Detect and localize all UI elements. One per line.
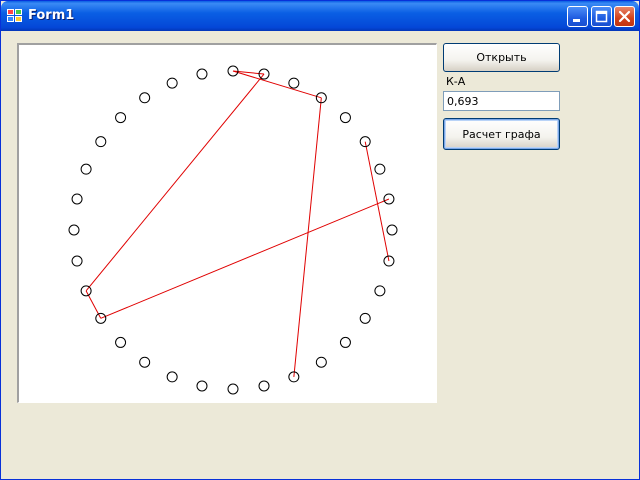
maximize-icon — [595, 10, 608, 23]
graph-node — [139, 92, 151, 104]
graph-node — [115, 112, 127, 124]
graph-node — [315, 356, 327, 368]
minimize-button[interactable] — [567, 6, 588, 27]
graph-node — [339, 336, 351, 348]
ka-input[interactable] — [443, 91, 560, 111]
graph-node — [374, 285, 386, 297]
graph-node — [71, 193, 83, 205]
graph-node — [115, 336, 127, 348]
graph-edge — [293, 97, 322, 377]
graph-node — [227, 383, 239, 395]
graph-node — [339, 112, 351, 124]
graph-node — [359, 312, 371, 324]
app-icon[interactable] — [7, 9, 23, 23]
graph-node — [374, 163, 386, 175]
app-window: Form1 Открыть К-А Расчет графа — [0, 0, 640, 480]
graph-node — [68, 224, 80, 236]
calc-graph-button[interactable]: Расчет графа — [443, 118, 560, 150]
title-bar[interactable]: Form1 — [1, 1, 639, 31]
graph-node — [139, 356, 151, 368]
graph-node — [166, 371, 178, 383]
minimize-icon — [573, 19, 580, 22]
ka-label: К-А — [446, 75, 466, 88]
graph-edge — [232, 70, 322, 99]
graph-node — [95, 136, 107, 148]
graph-node — [166, 77, 178, 89]
graph-node — [288, 77, 300, 89]
maximize-button[interactable] — [591, 6, 612, 27]
graph-edge — [364, 141, 390, 262]
graph-canvas[interactable] — [17, 43, 437, 403]
graph-node — [71, 255, 83, 267]
graph-edge — [100, 198, 390, 319]
graph-node — [196, 68, 208, 80]
close-button[interactable] — [614, 6, 635, 27]
graph-edge — [85, 73, 265, 292]
graph-node — [196, 380, 208, 392]
close-icon — [618, 10, 631, 23]
graph-node — [386, 224, 398, 236]
graph-node — [258, 380, 270, 392]
graph-node — [80, 163, 92, 175]
window-title: Form1 — [28, 8, 75, 23]
open-button[interactable]: Открыть — [443, 43, 560, 72]
graph-drawing — [68, 65, 398, 395]
